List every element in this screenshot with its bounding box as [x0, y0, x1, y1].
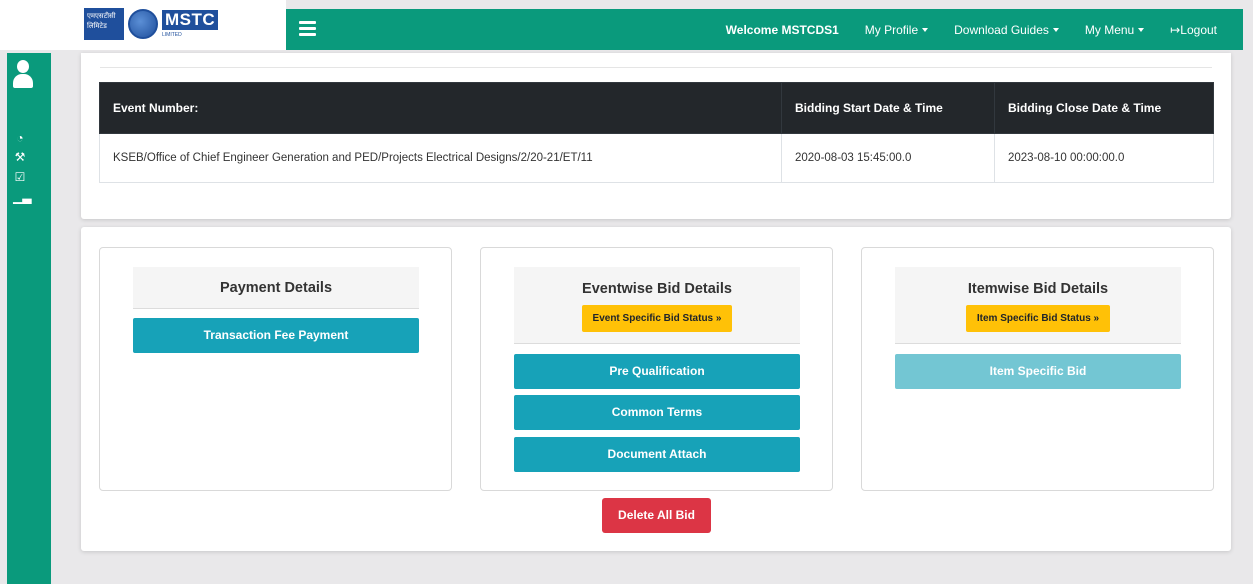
event-table: Event Number: Bidding Start Date & Time … — [99, 82, 1214, 183]
logo-hindi-text: एमएसटीसी लिमिटेड — [84, 8, 124, 40]
menu-toggle-icon[interactable] — [299, 21, 316, 36]
caret-down-icon — [1138, 27, 1145, 32]
download-guides-label: Download Guides — [954, 22, 1049, 37]
item-specific-bid-button[interactable]: Item Specific Bid — [895, 354, 1181, 389]
logout-icon: ↦ — [1170, 22, 1181, 37]
item-specific-bid-status-button[interactable]: Item Specific Bid Status » — [965, 305, 1111, 332]
common-terms-button[interactable]: Common Terms — [514, 395, 800, 430]
welcome-text: Welcome MSTCDS1 — [725, 22, 839, 37]
download-guides-dropdown[interactable]: Download Guides — [954, 23, 1059, 37]
logo-area: एमएसटीसी लिमिटेड MSTC LIMITED — [0, 0, 286, 50]
payment-details-header: Payment Details — [133, 267, 419, 309]
transaction-fee-payment-button[interactable]: Transaction Fee Payment — [133, 318, 419, 353]
eventwise-bid-details-title: Eventwise Bid Details — [582, 281, 732, 297]
logout-label: Logout — [1180, 22, 1217, 37]
start-date-cell: 2020-08-03 15:45:00.0 — [781, 133, 995, 183]
bar-chart-icon[interactable]: ▁▃ — [13, 190, 31, 204]
event-specific-bid-status-button[interactable]: Event Specific Bid Status » — [581, 305, 733, 332]
payment-details-card: Payment Details Transaction Fee Payment — [99, 247, 452, 491]
divider — [100, 67, 1212, 68]
globe-icon — [128, 9, 158, 39]
checkbox-icon[interactable]: ☑ — [13, 170, 27, 184]
bid-details-panel: Payment Details Transaction Fee Payment … — [81, 227, 1231, 551]
caret-down-icon — [922, 27, 929, 32]
eventwise-bid-details-card: Eventwise Bid Details Event Specific Bid… — [480, 247, 833, 491]
my-menu-label: My Menu — [1084, 22, 1135, 37]
event-number-cell: KSEB/Office of Chief Engineer Generation… — [99, 133, 782, 183]
my-profile-label: My Profile — [864, 22, 919, 37]
event-info-panel: Event Number: Bidding Start Date & Time … — [81, 53, 1231, 219]
my-profile-dropdown[interactable]: My Profile — [864, 22, 929, 37]
dashboard-icon[interactable]: ◔ — [13, 131, 27, 145]
delete-all-bid-button[interactable]: Delete All Bid — [602, 498, 711, 533]
table-header-row: Event Number: Bidding Start Date & Time … — [99, 82, 1214, 134]
logout-link[interactable]: ↦Logout — [1170, 23, 1217, 37]
logo-brand: MSTC LIMITED — [162, 10, 219, 38]
column-header-start-date: Bidding Start Date & Time — [781, 82, 995, 134]
mstc-logo[interactable]: एमएसटीसी लिमिटेड MSTC LIMITED — [84, 2, 222, 46]
document-attach-button[interactable]: Document Attach — [514, 437, 800, 472]
itemwise-bid-details-header: Itemwise Bid Details Item Specific Bid S… — [895, 267, 1181, 344]
column-header-close-date: Bidding Close Date & Time — [994, 82, 1214, 134]
nav-menu: Welcome MSTCDS1 My Profile Download Guid… — [700, 9, 1243, 50]
sidebar: ◔ ⚒ ☑ ▁▃ — [7, 53, 51, 584]
itemwise-bid-details-card: Itemwise Bid Details Item Specific Bid S… — [861, 247, 1214, 491]
user-icon[interactable] — [11, 59, 35, 91]
column-header-event-number: Event Number: — [99, 82, 782, 134]
gavel-icon[interactable]: ⚒ — [13, 150, 27, 164]
payment-details-title: Payment Details — [219, 280, 333, 296]
pre-qualification-button[interactable]: Pre Qualification — [514, 354, 800, 389]
table-row: KSEB/Office of Chief Engineer Generation… — [99, 133, 1214, 183]
my-menu-dropdown[interactable]: My Menu — [1084, 22, 1145, 37]
eventwise-bid-details-header: Eventwise Bid Details Event Specific Bid… — [514, 267, 800, 344]
close-date-cell: 2023-08-10 00:00:00.0 — [994, 133, 1214, 183]
top-navbar: Welcome MSTCDS1 My Profile Download Guid… — [286, 9, 1243, 50]
caret-down-icon — [1052, 27, 1059, 32]
itemwise-bid-details-title: Itemwise Bid Details — [967, 281, 1109, 297]
